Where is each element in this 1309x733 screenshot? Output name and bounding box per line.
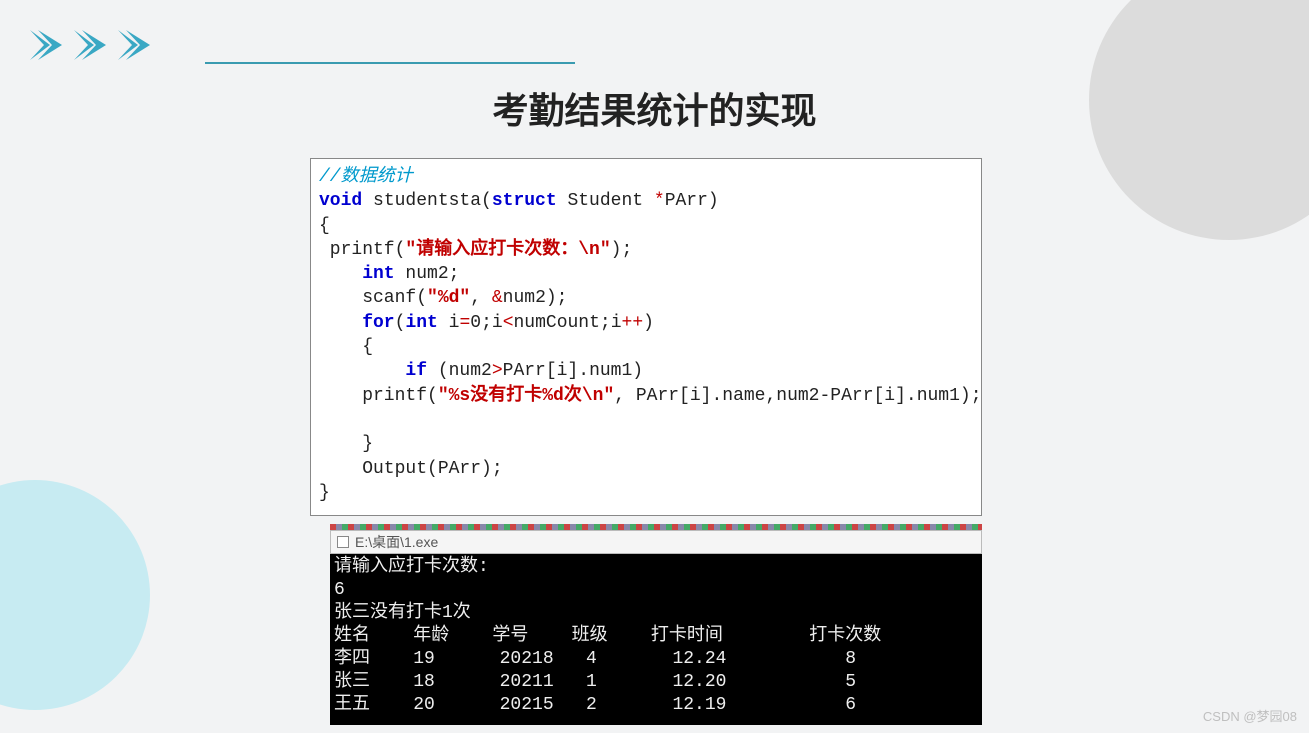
console-data-row: 张三 18 20211 1 12.20 5 (334, 672, 856, 692)
console-output: 请输入应打卡次数: 6 张三没有打卡1次 姓名 年龄 学号 班级 打卡时间 打卡… (330, 554, 982, 725)
chevron-decor (30, 30, 158, 60)
console-path: E:\桌面\1.exe (355, 532, 438, 552)
page-title: 考勤结果统计的实现 (0, 82, 1309, 134)
divider-line (205, 62, 575, 64)
console-data-row: 李四 19 20218 4 12.24 8 (334, 649, 856, 669)
code-snippet: //数据统计 void studentsta(struct Student *P… (310, 158, 982, 516)
console-titlebar: E:\桌面\1.exe (330, 530, 982, 554)
console-header-row: 姓名 年龄 学号 班级 打卡时间 打卡次数 (334, 626, 881, 646)
console-line: 张三没有打卡1次 (334, 603, 471, 623)
bg-circle-bottom-left (0, 480, 150, 710)
console-line: 请输入应打卡次数: (334, 557, 489, 577)
chevron-icon (30, 30, 70, 60)
console-data-row: 王五 20 20215 2 12.19 6 (334, 695, 856, 715)
code-comment: //数据统计 (319, 167, 413, 187)
watermark: CSDN @梦园08 (1203, 706, 1297, 725)
chevron-icon (74, 30, 114, 60)
chevron-icon (118, 30, 158, 60)
console-window: E:\桌面\1.exe 请输入应打卡次数: 6 张三没有打卡1次 姓名 年龄 学… (330, 520, 982, 725)
console-line: 6 (334, 580, 345, 600)
window-icon (337, 536, 349, 548)
